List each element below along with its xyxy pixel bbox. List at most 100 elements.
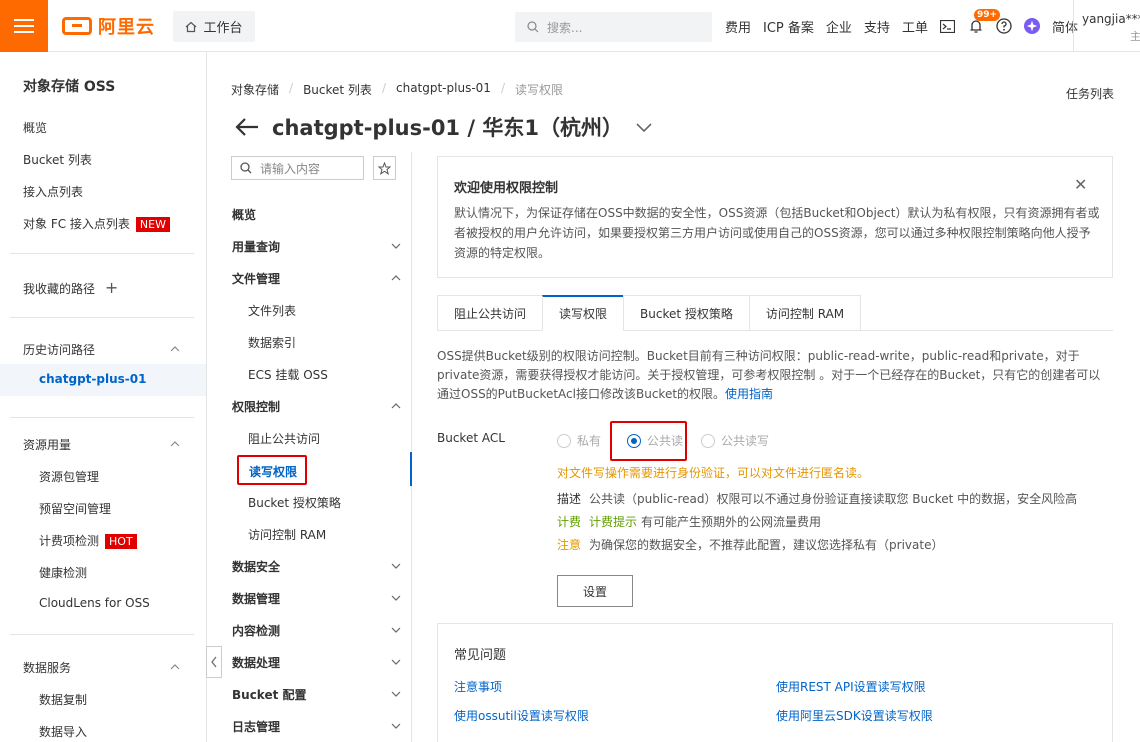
plus-icon[interactable]: + bbox=[105, 278, 118, 297]
nav-read-write-perm[interactable]: 读写权限 bbox=[237, 455, 307, 485]
chevron-up-icon[interactable] bbox=[170, 439, 180, 449]
workbench-button[interactable]: 工作台 bbox=[173, 11, 255, 42]
user-menu[interactable]: yangjia***** 主 bbox=[1073, 0, 1140, 52]
chevron-up-icon[interactable] bbox=[170, 344, 180, 354]
tab-block-public[interactable]: 阻止公共访问 bbox=[437, 295, 543, 331]
nav-file-list[interactable]: 文件列表 bbox=[248, 302, 296, 319]
terminal-icon[interactable] bbox=[940, 18, 956, 34]
sidebar-item-resource-package[interactable]: 资源包管理 bbox=[39, 468, 99, 485]
sidebar-item-health-check[interactable]: 健康检测 bbox=[39, 564, 87, 581]
sidebar-item-data-service[interactable]: 数据服务 bbox=[23, 659, 71, 676]
nav-bucket-config[interactable]: Bucket 配置 bbox=[232, 686, 402, 703]
chevron-up-icon[interactable] bbox=[391, 273, 401, 283]
tab-read-write-perm[interactable]: 读写权限 bbox=[542, 295, 624, 331]
nav-billing[interactable]: 费用 bbox=[725, 17, 751, 36]
sidebar-item-resource-usage[interactable]: 资源用量 bbox=[23, 436, 71, 453]
sidebar-item-data-import[interactable]: 数据导入 bbox=[39, 723, 87, 740]
sidebar-divider bbox=[10, 634, 194, 635]
bucket-nav-search-input[interactable]: 请输入内容 bbox=[231, 156, 364, 180]
sidebar-item-cloudlens[interactable]: CloudLens for OSS bbox=[39, 596, 150, 610]
sidebar-item-access-points[interactable]: 接入点列表 bbox=[23, 183, 83, 200]
chevron-up-icon[interactable] bbox=[170, 662, 180, 672]
desc-key: 描述 bbox=[557, 492, 582, 506]
nav-icp[interactable]: ICP 备案 bbox=[763, 17, 814, 36]
radio-private[interactable] bbox=[557, 433, 571, 448]
breadcrumb-bucket[interactable]: chatgpt-plus-01 bbox=[396, 81, 491, 98]
sidebar-divider bbox=[10, 317, 194, 318]
faq-title: 常见问题 bbox=[454, 648, 507, 663]
nav-perm-ctrl[interactable]: 权限控制 bbox=[232, 398, 402, 415]
chevron-down-icon[interactable] bbox=[391, 625, 401, 635]
note-value: 为确保您的数据安全，不推荐此配置，建议您选择私有（private） bbox=[589, 538, 944, 552]
nav-data-security[interactable]: 数据安全 bbox=[232, 558, 402, 575]
nav-enterprise[interactable]: 企业 bbox=[826, 17, 852, 36]
nav-usage[interactable]: 用量查询 bbox=[232, 238, 402, 255]
acl-description: OSS提供Bucket级别的权限访问控制。Bucket目前有三种访问权限：pub… bbox=[437, 347, 1107, 404]
nav-support[interactable]: 支持 bbox=[864, 17, 890, 36]
radio-public-read-write-label: 公共读写 bbox=[721, 434, 770, 448]
nav-data-process[interactable]: 数据处理 bbox=[232, 654, 402, 671]
nav-overview[interactable]: 概览 bbox=[232, 206, 402, 223]
chevron-down-icon[interactable] bbox=[391, 241, 401, 251]
faq-link-sdk[interactable]: 使用阿里云SDK设置读写权限 bbox=[776, 707, 933, 724]
hot-tag: HOT bbox=[105, 534, 137, 549]
nav-ecs-mount[interactable]: ECS 挂载 OSS bbox=[248, 366, 328, 383]
chevron-down-icon[interactable] bbox=[391, 593, 401, 603]
tab-ram[interactable]: 访问控制 RAM bbox=[748, 295, 862, 331]
nav-bucket-policy[interactable]: Bucket 授权策略 bbox=[248, 494, 341, 511]
user-name: yangjia***** bbox=[1082, 12, 1140, 26]
billing-tip-link[interactable]: 计费提示 bbox=[589, 515, 637, 529]
chevron-down-icon[interactable] bbox=[391, 689, 401, 699]
aliyun-logo[interactable]: 阿里云 bbox=[62, 14, 155, 38]
sidebar-item-reserved-space[interactable]: 预留空间管理 bbox=[39, 500, 111, 517]
nav-ram[interactable]: 访问控制 RAM bbox=[248, 526, 326, 543]
nav-ticket[interactable]: 工单 bbox=[902, 17, 928, 36]
welcome-title: 欢迎使用权限控制 bbox=[454, 181, 559, 196]
breadcrumb-bucket-list[interactable]: Bucket 列表 bbox=[303, 81, 372, 98]
sidebar-item-data-replication[interactable]: 数据复制 bbox=[39, 691, 87, 708]
radio-public-read-write[interactable] bbox=[701, 433, 716, 448]
chevron-up-icon[interactable] bbox=[391, 401, 401, 411]
star-icon[interactable] bbox=[373, 156, 396, 180]
sidebar-item-favorites[interactable]: 我收藏的路径 + bbox=[23, 278, 118, 297]
chevron-down-icon[interactable] bbox=[391, 561, 401, 571]
nav-data-index[interactable]: 数据索引 bbox=[248, 334, 296, 351]
home-icon bbox=[186, 21, 197, 32]
help-icon[interactable] bbox=[996, 18, 1012, 34]
sidebar-item-billing-check[interactable]: 计费项检测 HOT bbox=[39, 532, 137, 549]
page-title: chatgpt-plus-01 / 华东1（杭州） bbox=[234, 112, 653, 142]
sidebar-item-history[interactable]: 历史访问路径 bbox=[23, 341, 95, 358]
chevron-down-icon[interactable] bbox=[391, 721, 401, 731]
search-placeholder: 请输入内容 bbox=[260, 161, 321, 176]
nav-log-mgmt[interactable]: 日志管理 bbox=[232, 718, 402, 735]
collapse-nav-button[interactable] bbox=[206, 646, 222, 678]
faq-link-rest-api[interactable]: 使用REST API设置读写权限 bbox=[776, 678, 926, 695]
chevron-down-icon[interactable] bbox=[391, 657, 401, 667]
usage-guide-link[interactable]: 使用指南 bbox=[725, 387, 773, 401]
faq-link-notes[interactable]: 注意事项 bbox=[454, 678, 502, 695]
chevron-down-icon[interactable] bbox=[635, 121, 653, 133]
billing-value: 有可能产生预期外的公网流量费用 bbox=[641, 515, 822, 529]
sidebar-item-overview[interactable]: 概览 bbox=[23, 119, 47, 136]
sidebar-item-history-bucket[interactable]: chatgpt-plus-01 bbox=[0, 364, 206, 396]
search-icon bbox=[527, 21, 539, 33]
bell-icon[interactable]: 99+ bbox=[968, 9, 1001, 34]
global-search-input[interactable]: 搜索... bbox=[515, 12, 712, 42]
sidebar-item-bucket-list[interactable]: Bucket 列表 bbox=[23, 151, 92, 168]
tab-bucket-policy[interactable]: Bucket 授权策略 bbox=[623, 295, 749, 331]
task-list-link[interactable]: 任务列表 bbox=[1066, 85, 1114, 102]
ai-assistant-icon[interactable] bbox=[1023, 18, 1040, 34]
nav-file-mgmt[interactable]: 文件管理 bbox=[232, 270, 402, 287]
nav-content-detect[interactable]: 内容检测 bbox=[232, 622, 402, 639]
set-acl-button[interactable]: 设置 bbox=[557, 575, 633, 607]
logo-text: 阿里云 bbox=[98, 17, 155, 38]
close-icon[interactable]: ✕ bbox=[1074, 175, 1087, 194]
nav-block-public[interactable]: 阻止公共访问 bbox=[248, 430, 320, 447]
menu-icon[interactable] bbox=[0, 0, 48, 52]
breadcrumb-oss[interactable]: 对象存储 bbox=[231, 81, 279, 98]
faq-link-ossutil[interactable]: 使用ossutil设置读写权限 bbox=[454, 707, 589, 724]
nav-data-mgmt[interactable]: 数据管理 bbox=[232, 590, 402, 607]
desc-value: 公共读（public-read）权限可以不通过身份验证直接读取您 Bucket … bbox=[589, 492, 1078, 506]
sidebar-item-fc-access-points[interactable]: 对象 FC 接入点列表 NEW bbox=[23, 215, 170, 232]
back-arrow-icon[interactable] bbox=[234, 117, 260, 137]
